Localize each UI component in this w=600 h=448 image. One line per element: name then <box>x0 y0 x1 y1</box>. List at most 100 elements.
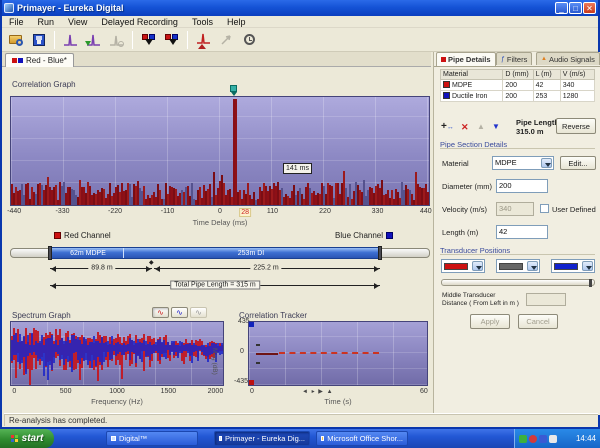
table-row[interactable]: Ductile Iron 200 253 1280 <box>441 91 595 102</box>
app-icon[interactable] <box>4 3 14 13</box>
chevron-down-icon[interactable] <box>472 261 483 271</box>
right-panel: Pipe Details ƒ Filters ▲ Audio Signals M… <box>433 52 600 415</box>
menu-help[interactable]: Help <box>220 17 253 27</box>
tray-alert-icon[interactable] <box>529 435 537 443</box>
taskbar-item-digital[interactable]: Digital™ <box>106 431 198 446</box>
table-row[interactable]: MDPE 200 42 340 <box>441 80 595 91</box>
chevron-down-icon[interactable] <box>527 261 538 271</box>
diameter-label: Diameter (mm) <box>442 182 492 191</box>
x-tick: 1000 <box>109 388 125 395</box>
tray-shield-icon[interactable] <box>519 435 527 443</box>
material-color-red <box>443 81 450 88</box>
tracker-x-left: 0 <box>250 388 254 395</box>
red-channel-icon <box>54 232 61 239</box>
move-down-icon[interactable]: ▼ <box>492 122 500 131</box>
tab-audio-signals[interactable]: ▲ Audio Signals <box>536 52 600 65</box>
transducer-position-slider[interactable] <box>441 279 595 286</box>
correlate-icon[interactable] <box>193 30 214 50</box>
tracker-x-right: 60 <box>420 388 428 395</box>
col-diameter: D (mm) <box>503 70 533 80</box>
x-tick: 2000 <box>208 388 224 395</box>
peak-icon[interactable] <box>60 30 81 50</box>
cancel-button[interactable]: Cancel <box>518 314 558 329</box>
close-button-icon[interactable]: ✕ <box>583 2 596 14</box>
peak-marker-handle[interactable] <box>230 85 237 92</box>
taskbar-item-office[interactable]: Microsoft Office Shor... <box>316 431 408 446</box>
cursor-delay-value: 28 <box>239 208 251 217</box>
taskbar-clock[interactable]: 14:44 <box>576 434 596 443</box>
chevron-down-icon[interactable] <box>541 158 552 168</box>
open-search-icon[interactable] <box>5 30 26 50</box>
reverse-button[interactable]: Reverse <box>556 118 596 134</box>
menu-delayed-recording[interactable]: Delayed Recording <box>94 17 185 27</box>
spectrum-blue-toggle[interactable]: ∿ <box>171 307 188 318</box>
tab-red-blue[interactable]: Red - Blue* <box>5 53 74 67</box>
spectrum-gray-toggle[interactable]: ∿ <box>190 307 207 318</box>
title-bar[interactable]: Primayer - Eureka Digital _ □ ✕ <box>2 0 598 16</box>
chevron-down-icon[interactable] <box>582 261 593 271</box>
menu-tools[interactable]: Tools <box>185 17 220 27</box>
correlation-x-axis-label: Time Delay (ms) <box>10 218 430 227</box>
spectrum-red-toggle[interactable]: ∿ <box>152 307 169 318</box>
desktop: Primayer - Eureka Digital _ □ ✕ File Run… <box>0 0 600 448</box>
left-transducer-select[interactable] <box>441 259 485 273</box>
apply-button[interactable]: Apply <box>470 314 510 329</box>
col-material: Material <box>441 70 503 80</box>
download-blue-icon[interactable] <box>161 30 182 50</box>
correlation-plot[interactable]: 141 ms <box>10 96 430 206</box>
tab-divider <box>434 66 600 67</box>
move-up-icon[interactable]: ▲ <box>477 122 485 131</box>
start-button[interactable]: start <box>0 429 54 448</box>
middle-transducer-select[interactable] <box>496 259 540 273</box>
spectrum-noise <box>11 322 223 385</box>
tracker-plot <box>248 321 428 386</box>
tab-pipe-details[interactable]: Pipe Details <box>436 52 496 66</box>
download-red-icon[interactable] <box>138 30 159 50</box>
dimension-right-value: 225.2 m <box>250 265 281 272</box>
pipe-materials-table[interactable]: Material D (mm) L (m) V (m/s) MDPE 200 4… <box>440 69 595 102</box>
add-section-icon[interactable]: +↔ <box>441 121 454 132</box>
middle-transducer-label-1: Middle Transducer <box>442 292 495 299</box>
material-select[interactable]: MDPE <box>492 156 554 170</box>
menu-view[interactable]: View <box>61 17 94 27</box>
menu-run[interactable]: Run <box>31 17 62 27</box>
tray-volume-icon[interactable] <box>549 435 557 443</box>
tray-network-icon[interactable] <box>539 435 547 443</box>
toolbar <box>2 28 598 52</box>
leak-position-marker: ◆ <box>149 259 154 266</box>
peak-search-icon[interactable] <box>106 30 127 50</box>
tracker-playback-controls[interactable]: ◄ ▸ ▶ ▲ <box>302 388 334 395</box>
tracker-y-mid: 0 <box>240 348 244 355</box>
system-tray: 14:44 <box>514 429 600 448</box>
right-transducer-select[interactable] <box>551 259 595 273</box>
tracker-trace-line <box>279 352 379 354</box>
user-defined-checkbox[interactable] <box>540 204 549 213</box>
x-tick: 110 <box>267 208 278 215</box>
length-label: Length (m) <box>442 228 478 237</box>
diameter-input[interactable]: 200 <box>496 179 548 193</box>
edit-button[interactable]: Edit... <box>560 156 596 170</box>
tab-filters[interactable]: ƒ Filters <box>496 52 532 65</box>
maximize-button-icon[interactable]: □ <box>569 2 582 14</box>
x-tick: 1500 <box>161 388 177 395</box>
length-input[interactable]: 42 <box>496 225 548 239</box>
material-label: Material <box>442 159 469 168</box>
x-tick: -220 <box>108 208 122 215</box>
slider-handle[interactable] <box>589 279 592 287</box>
clock-icon[interactable] <box>239 30 260 50</box>
blue-channel-label: Blue Channel <box>335 231 393 240</box>
gray-transducer-swatch <box>499 263 523 270</box>
pointer-icon[interactable] <box>216 30 237 50</box>
minimize-button-icon[interactable]: _ <box>555 2 568 14</box>
col-velocity: V (m/s) <box>560 70 594 80</box>
delete-section-icon[interactable]: ✕ <box>461 122 469 133</box>
save-icon[interactable] <box>28 30 49 50</box>
spectrum-x-axis: 0 500 1000 1500 2000 <box>10 388 224 396</box>
blue-transducer-swatch <box>554 263 578 270</box>
taskbar-item-primayer[interactable]: Primayer - Eureka Dig... <box>214 431 310 446</box>
peak-export-icon[interactable] <box>83 30 104 50</box>
tracker-tick-lower <box>256 362 260 364</box>
x-tick: 0 <box>12 388 16 395</box>
menu-file[interactable]: File <box>2 17 31 27</box>
pipe-details-icon <box>441 57 446 62</box>
